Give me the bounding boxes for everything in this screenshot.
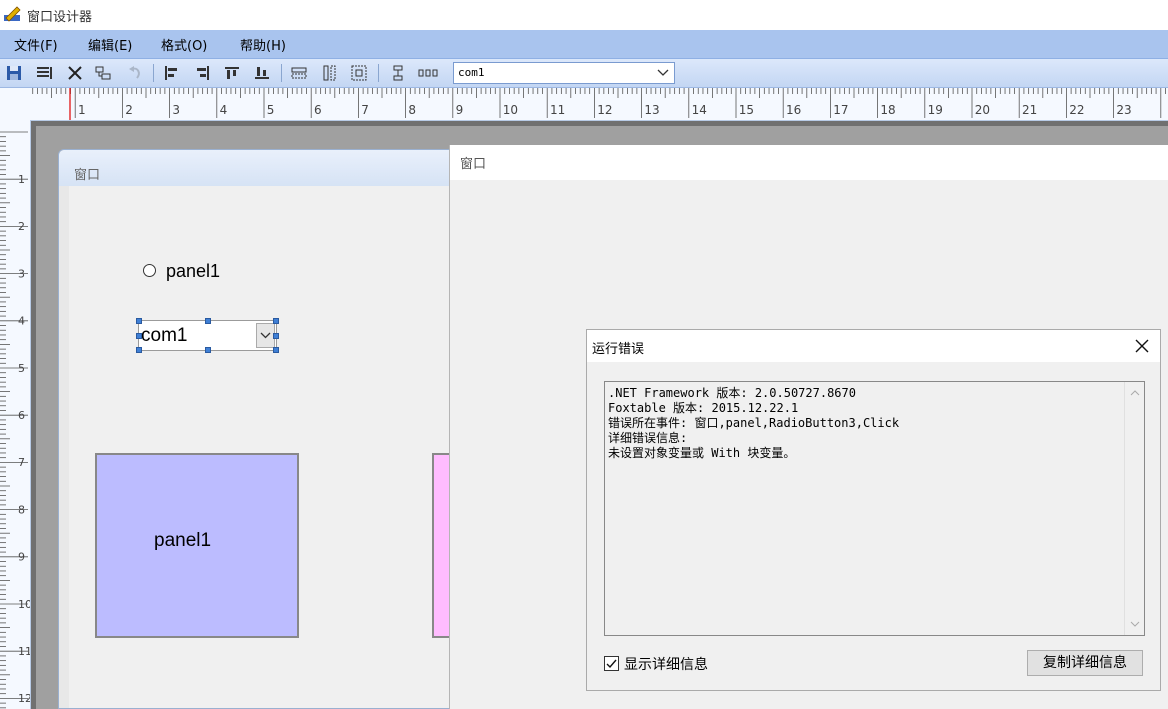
selection-handle[interactable] <box>136 347 142 353</box>
app-title: 窗口设计器 <box>27 10 93 25</box>
close-icon[interactable] <box>1132 336 1152 356</box>
ruler-label: 15 <box>739 103 754 117</box>
toolbar: com1 <box>0 59 1168 88</box>
ruler-label: 2 <box>125 103 133 117</box>
scroll-up-icon[interactable] <box>1130 388 1140 398</box>
selection-handle[interactable] <box>136 318 142 324</box>
toolbar-separator <box>378 64 379 82</box>
ruler-label: 7 <box>361 103 369 117</box>
panel1-label: panel1 <box>154 530 212 551</box>
error-dialog-title: 运行错误 <box>592 342 645 357</box>
ruler-label: 3 <box>18 267 25 280</box>
ruler-label: 12 <box>18 692 31 705</box>
design-form-title: 窗口 <box>74 168 101 183</box>
show-details-label[interactable]: 显示详细信息 <box>624 654 708 674</box>
checkmark-icon <box>606 659 617 669</box>
ruler-label: 5 <box>18 362 25 375</box>
ruler-label: 3 <box>172 103 180 117</box>
toolbar-separator <box>153 64 154 82</box>
ruler-label: 1 <box>18 173 25 186</box>
undo-icon[interactable] <box>126 64 144 82</box>
ruler-label: 13 <box>644 103 659 117</box>
ruler-label: 11 <box>18 645 31 658</box>
copy-details-button[interactable]: 复制详细信息 <box>1027 650 1143 676</box>
ruler-label: 12 <box>597 103 612 117</box>
same-size-icon[interactable] <box>350 64 368 82</box>
selection-handle[interactable] <box>136 333 142 339</box>
design-form-titlebar: 窗口 <box>59 150 457 186</box>
menu-bar: 文件(F) 编辑(E) 格式(O) 帮助(H) <box>0 30 1168 59</box>
ruler-label: 20 <box>975 103 990 117</box>
vertical-spacing-icon[interactable] <box>389 64 407 82</box>
ruler-label: 23 <box>1116 103 1131 117</box>
selection-handle[interactable] <box>273 347 279 353</box>
ruler-label: 18 <box>880 103 895 117</box>
ruler-label: 5 <box>267 103 275 117</box>
panel1[interactable]: panel1 <box>95 453 299 638</box>
ruler-label: 10 <box>18 598 31 611</box>
ruler-label: 6 <box>314 103 322 117</box>
chevron-down-icon <box>260 332 271 339</box>
ruler-label: 2 <box>18 220 25 233</box>
properties-icon[interactable] <box>35 64 53 82</box>
delete-icon[interactable] <box>66 64 84 82</box>
ruler-label: 9 <box>456 103 464 117</box>
title-bar: 窗口设计器 <box>0 0 1168 30</box>
ruler-label: 17 <box>833 103 848 117</box>
combobox-com1[interactable]: com1 <box>136 318 279 353</box>
ruler-label: 4 <box>18 315 25 328</box>
toolbar-separator <box>281 64 282 82</box>
ruler-label: 1 <box>78 103 86 117</box>
ruler-label: 9 <box>18 551 25 564</box>
panel2[interactable] <box>432 453 450 638</box>
ruler-label: 19 <box>928 103 943 117</box>
same-height-icon[interactable] <box>321 64 339 82</box>
show-details-checkbox[interactable] <box>604 656 619 671</box>
selection-handle[interactable] <box>273 333 279 339</box>
vertical-ruler: 123456789101112 <box>0 120 31 709</box>
radio-circle[interactable] <box>143 264 156 277</box>
ruler-label: 8 <box>18 503 25 516</box>
horizontal-spacing-icon[interactable] <box>418 64 438 82</box>
align-left-icon[interactable] <box>162 64 180 82</box>
ruler-label: 14 <box>692 103 707 117</box>
ruler-label: 7 <box>18 456 25 469</box>
object-select-value: com1 <box>458 66 485 79</box>
align-right-icon[interactable] <box>194 64 212 82</box>
menu-help[interactable]: 帮助(H) <box>240 35 286 54</box>
vertical-scrollbar[interactable] <box>1124 382 1144 635</box>
align-top-icon[interactable] <box>223 64 241 82</box>
runtime-window-title: 窗口 <box>460 157 487 172</box>
align-bottom-icon[interactable] <box>253 64 271 82</box>
ruler-label: 22 <box>1069 103 1084 117</box>
scroll-down-icon[interactable] <box>1130 619 1140 629</box>
selection-handle[interactable] <box>273 318 279 324</box>
radio-label: panel1 <box>166 261 221 281</box>
app-icon <box>4 6 21 22</box>
ruler-label: 4 <box>220 103 228 117</box>
save-icon[interactable] <box>5 64 23 82</box>
ruler-label: 11 <box>550 103 565 117</box>
error-details-textbox[interactable]: .NET Framework 版本: 2.0.50727.8670 Foxtab… <box>604 381 1145 636</box>
chevron-down-icon[interactable] <box>654 63 672 83</box>
ruler-label: 10 <box>503 103 518 117</box>
error-details-text: .NET Framework 版本: 2.0.50727.8670 Foxtab… <box>608 386 900 460</box>
combobox-value: com1 <box>141 325 188 346</box>
horizontal-ruler: 1 2 3 4 5 6 7 8 9 10 11 12 13 14 15 16 17 18 19 20 21 22 23 <box>0 88 1168 121</box>
error-dialog: 运行错误 .NET Framework 版本: 2.0.50727.8670 F… <box>586 329 1161 691</box>
error-dialog-titlebar: 运行错误 <box>587 330 1160 362</box>
ruler-label: 21 <box>1022 103 1037 117</box>
copy-format-icon[interactable] <box>94 64 112 82</box>
menu-edit[interactable]: 编辑(E) <box>88 35 132 54</box>
runtime-window-titlebar: 窗口 <box>450 145 1168 180</box>
selection-handle[interactable] <box>205 318 211 324</box>
same-width-icon[interactable] <box>290 64 308 82</box>
menu-format[interactable]: 格式(O) <box>161 35 207 54</box>
ruler-label: 16 <box>786 103 801 117</box>
selection-handle[interactable] <box>205 347 211 353</box>
object-select-dropdown[interactable]: com1 <box>453 62 675 84</box>
ruler-label: 8 <box>408 103 416 117</box>
ruler-label: 6 <box>18 409 25 422</box>
menu-file[interactable]: 文件(F) <box>14 35 58 54</box>
